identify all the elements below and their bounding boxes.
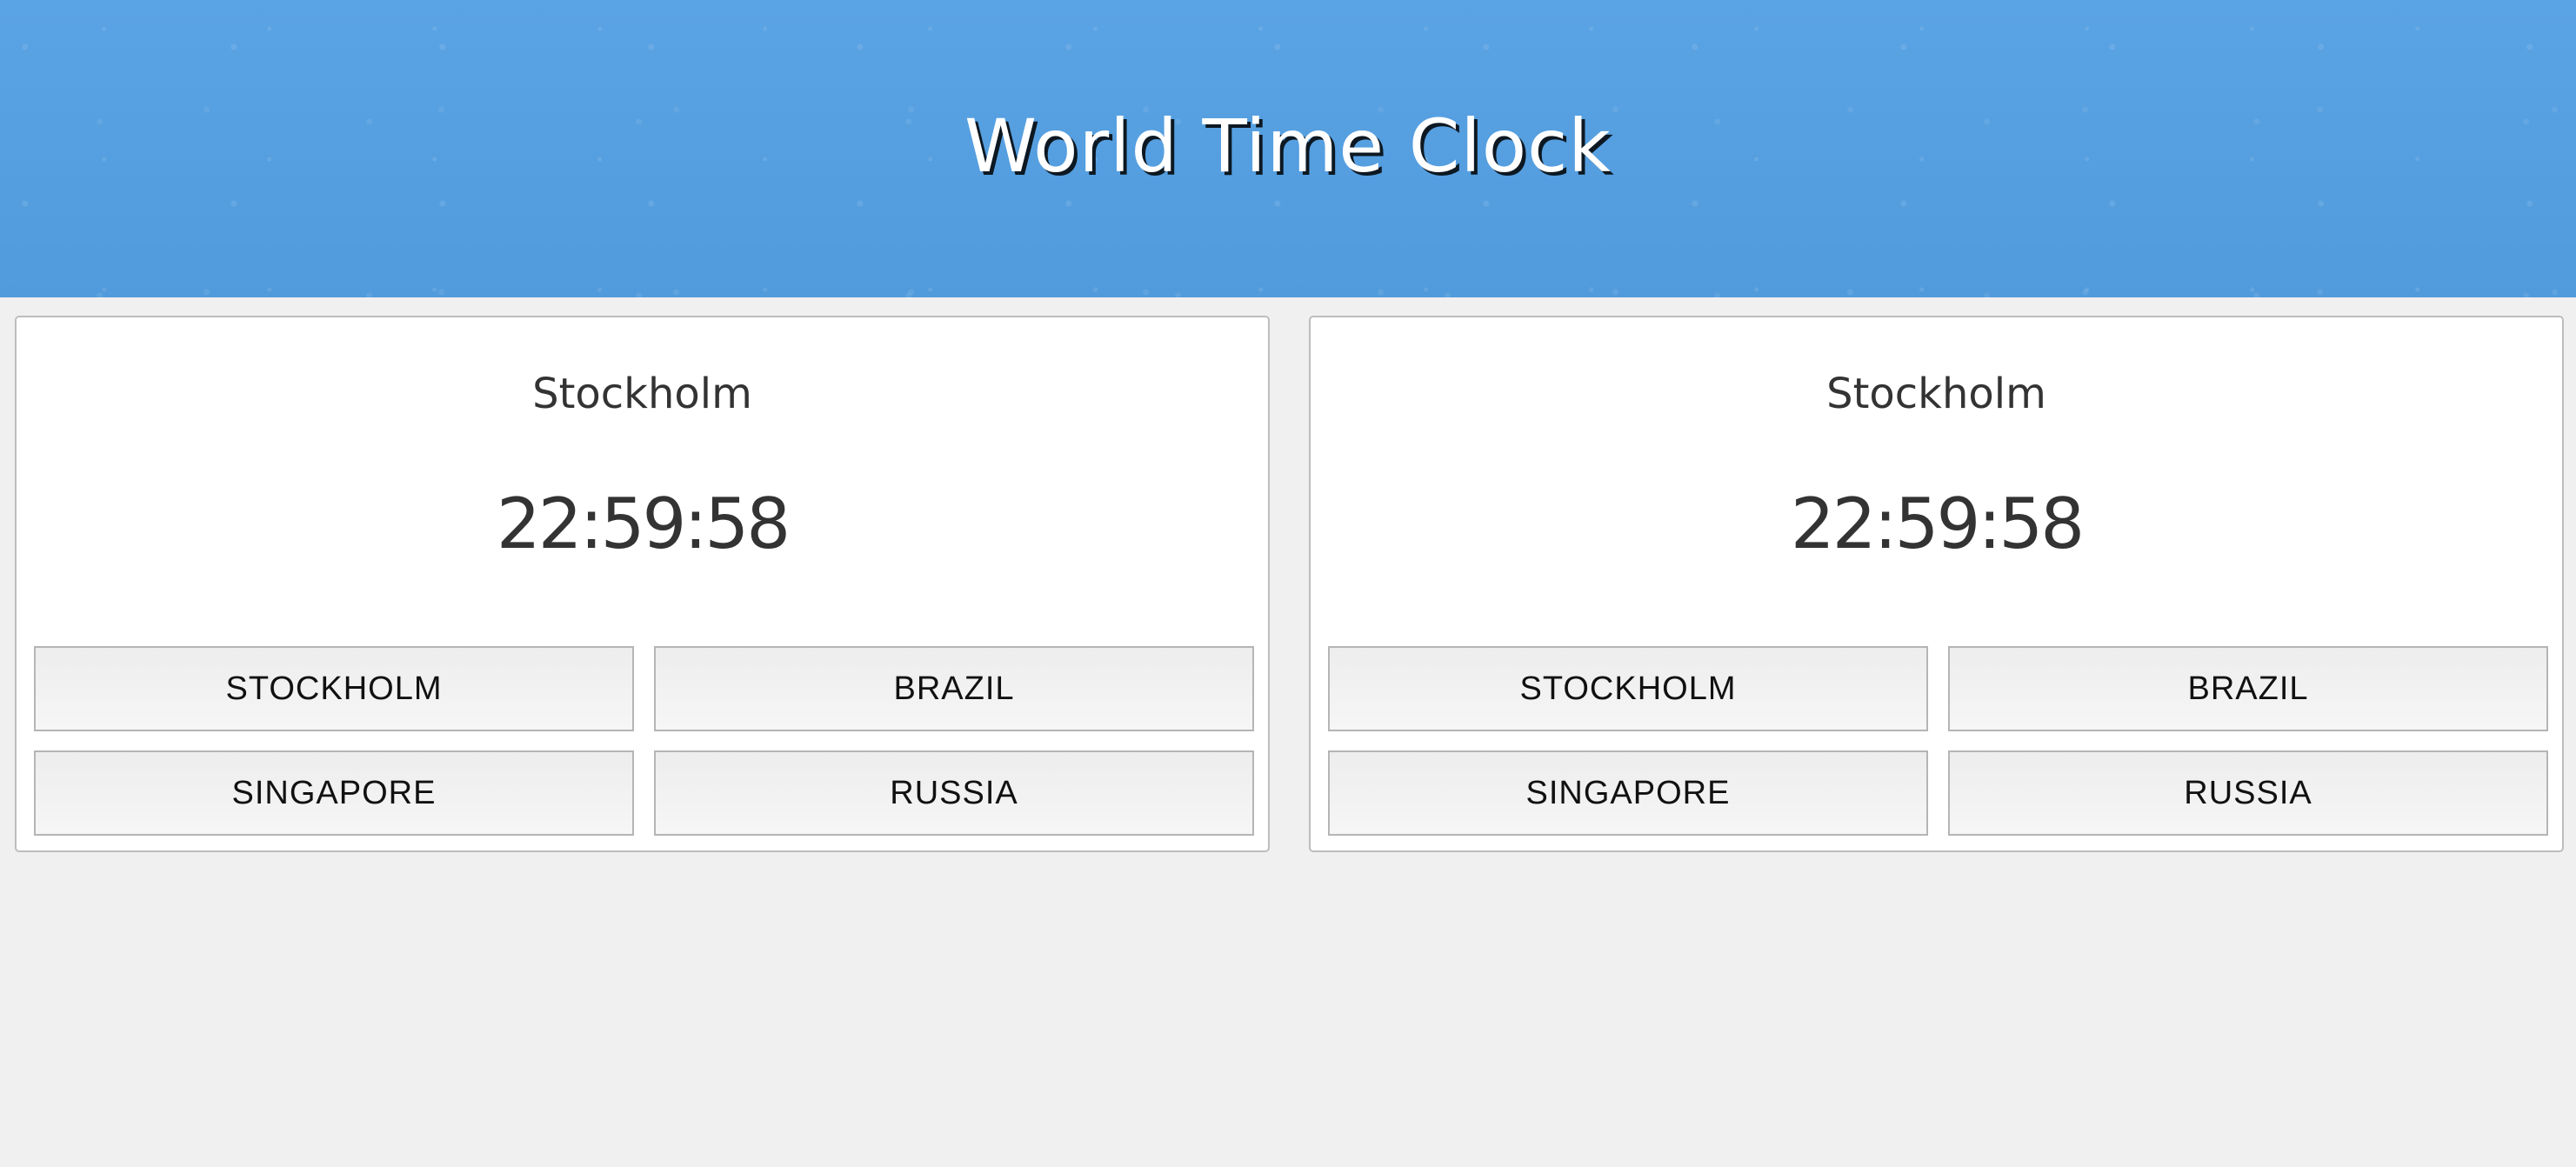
brazil-button[interactable]: BRAZIL <box>654 646 1254 731</box>
clock-city-label: Stockholm <box>1826 370 2046 418</box>
clock-city-label: Stockholm <box>532 370 752 418</box>
russia-button[interactable]: RUSSIA <box>654 750 1254 836</box>
russia-button[interactable]: RUSSIA <box>1948 750 2548 836</box>
singapore-button[interactable]: SINGAPORE <box>1328 750 1928 836</box>
page-title: World Time Clock <box>964 103 1612 189</box>
stockholm-button[interactable]: STOCKHOLM <box>1328 646 1928 731</box>
brazil-button[interactable]: BRAZIL <box>1948 646 2548 731</box>
clock-panel-2: Stockholm 22:59:58 STOCKHOLM BRAZIL SING… <box>1309 316 2564 852</box>
clock-time-display: 22:59:58 <box>496 483 791 564</box>
page-header: World Time Clock <box>0 0 2576 297</box>
stockholm-button[interactable]: STOCKHOLM <box>34 646 634 731</box>
singapore-button[interactable]: SINGAPORE <box>34 750 634 836</box>
clock-time-display: 22:59:58 <box>1790 483 2085 564</box>
clock-panel-1: Stockholm 22:59:58 STOCKHOLM BRAZIL SING… <box>15 316 1270 852</box>
